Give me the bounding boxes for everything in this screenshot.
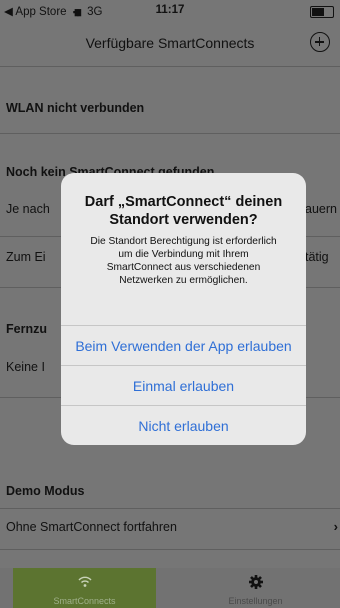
alert-message: Die Standort Berechtigung ist erforderli… <box>90 236 277 286</box>
divider <box>0 66 340 67</box>
wifi-icon <box>13 574 156 590</box>
wlan-status-title: WLAN nicht verbunden <box>6 101 145 115</box>
location-permission-alert: Darf „SmartConnect“ deinen Standort verw… <box>61 173 306 445</box>
info-row-2[interactable]: Zum Ei <box>6 250 46 264</box>
tab-settings[interactable]: Einstellungen <box>184 568 327 608</box>
chevron-right-icon: › <box>333 519 338 534</box>
tab-bar: SmartConnects Einstellungen <box>0 568 340 608</box>
gear-icon <box>184 574 327 590</box>
divider <box>0 549 340 550</box>
alert-title: Darf „SmartConnect“ deinen Standort verw… <box>84 194 283 228</box>
tab-settings-label: Einstellungen <box>228 596 283 606</box>
divider <box>0 133 340 134</box>
allow-while-using-button[interactable]: Beim Verwenden der App erlauben <box>61 325 306 366</box>
battery-icon <box>310 6 334 18</box>
navigation-bar: Verfügbare SmartConnects <box>0 22 340 66</box>
status-time: 11:17 <box>155 4 185 16</box>
status-bar: ◀ App Store ▪▮▮ 3G 11:17 <box>0 0 340 22</box>
info-row-1: Je nach <box>6 202 50 216</box>
info-row-1-trailing: auern <box>305 202 337 216</box>
page-title: Verfügbare SmartConnects <box>85 35 255 51</box>
info-row-2-trailing: tätig <box>305 250 329 264</box>
demo-mode-title: Demo Modus <box>6 484 85 498</box>
tab-smartconnects-label: SmartConnects <box>53 596 116 606</box>
add-circle-icon[interactable] <box>310 32 330 52</box>
tab-smartconnects[interactable]: SmartConnects <box>13 568 156 608</box>
demo-continue-label: Ohne SmartConnect fortfahren <box>6 520 177 534</box>
remote-text: Keine I <box>6 360 45 374</box>
demo-continue-row[interactable]: Ohne SmartConnect fortfahren › <box>0 509 340 549</box>
remote-title: Fernzu <box>6 322 47 336</box>
deny-button[interactable]: Nicht erlauben <box>61 405 306 445</box>
allow-once-button[interactable]: Einmal erlauben <box>61 365 306 406</box>
